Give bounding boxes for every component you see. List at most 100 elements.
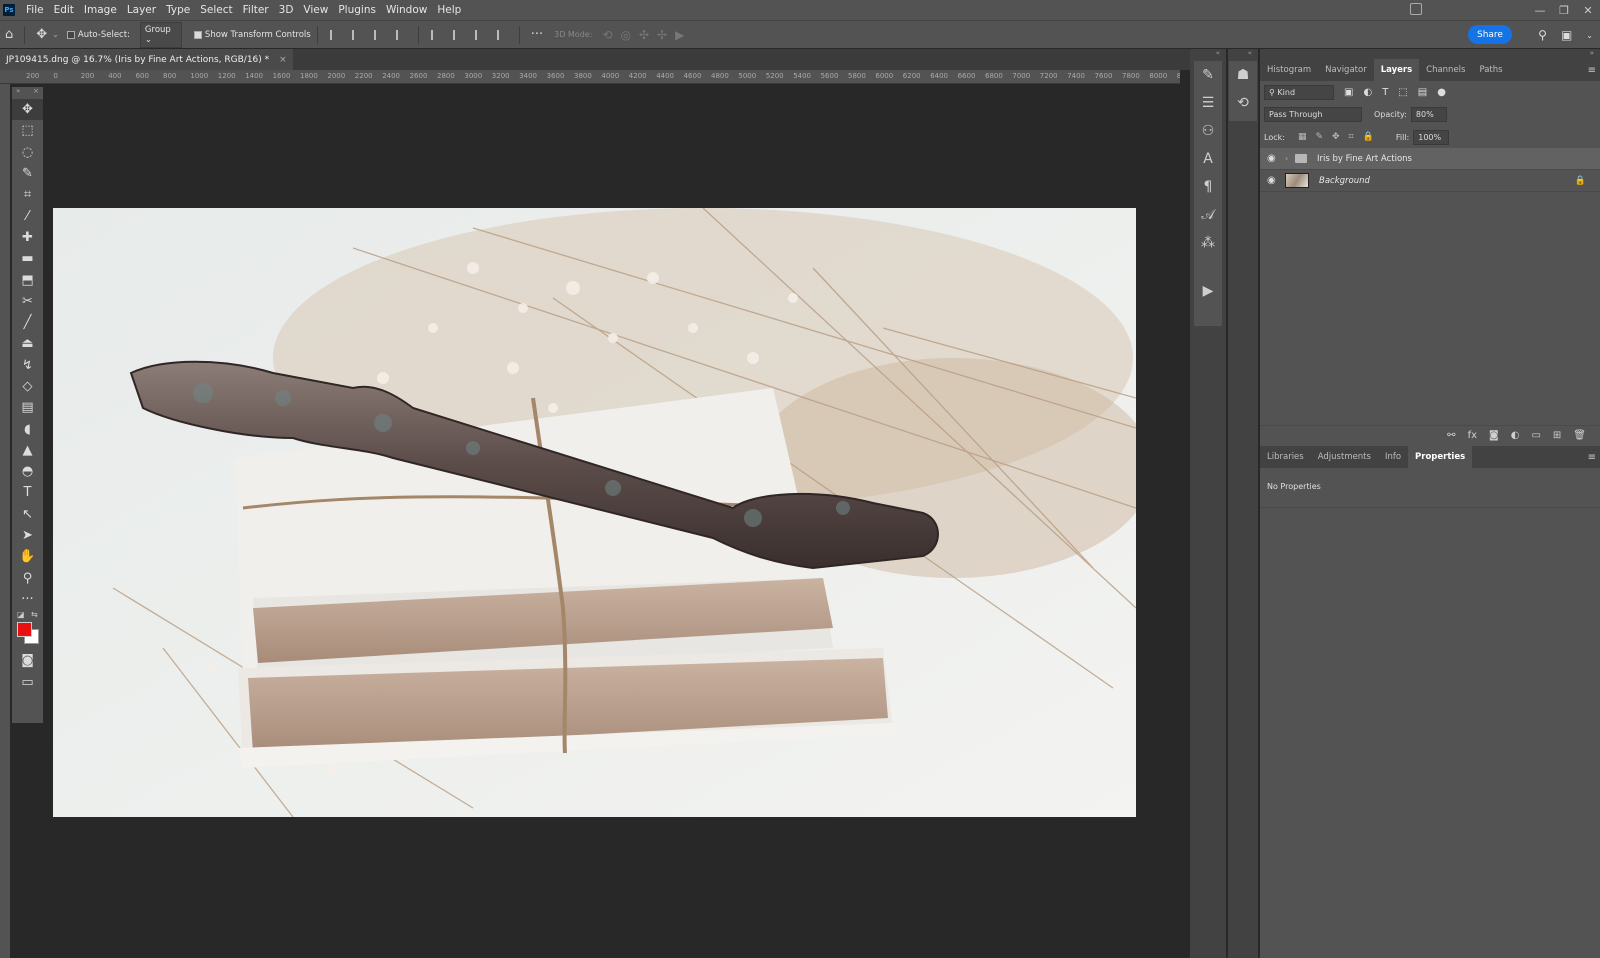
visibility-eye-icon[interactable]: ◉	[1267, 175, 1283, 186]
type-tool[interactable]: T	[12, 482, 43, 503]
share-button[interactable]: Share	[1468, 25, 1512, 44]
menu-plugins[interactable]: Plugins	[333, 0, 381, 20]
menu-filter[interactable]: Filter	[238, 0, 274, 20]
menu-file[interactable]: File	[21, 0, 49, 20]
clone-source-icon[interactable]: ⚇	[1194, 117, 1222, 145]
menu-help[interactable]: Help	[432, 0, 466, 20]
align-middle-icon[interactable]	[452, 29, 463, 40]
filter-toggle-icon[interactable]: ●	[1437, 87, 1446, 98]
menu-edit[interactable]: Edit	[49, 0, 79, 20]
align-left-icon[interactable]	[329, 29, 340, 40]
plugins-icon[interactable]: ☗	[1229, 61, 1257, 89]
ruler-vertical[interactable]	[0, 84, 10, 958]
scissors-tool[interactable]: ✂	[12, 291, 43, 312]
tab-libraries[interactable]: Libraries	[1260, 446, 1311, 468]
distribute-icon[interactable]	[395, 29, 406, 40]
healing-tool[interactable]: ✚	[12, 227, 43, 248]
menu-3d[interactable]: 3D	[274, 0, 299, 20]
history-icon[interactable]: ⟲	[1229, 89, 1257, 117]
lock-transparent-icon[interactable]: ▦	[1298, 132, 1307, 142]
auto-select-dropdown[interactable]: Group ⌄	[139, 21, 182, 48]
tab-navigator[interactable]: Navigator	[1318, 59, 1374, 81]
auto-select-checkbox[interactable]: Auto-Select:	[66, 30, 130, 40]
trash-icon[interactable]: 🗑	[1573, 430, 1586, 441]
direct-select-tool[interactable]: ➤	[12, 525, 43, 546]
tab-channels[interactable]: Channels	[1419, 59, 1472, 81]
collapse-icon[interactable]: »	[1260, 49, 1600, 59]
menu-window[interactable]: Window	[381, 0, 432, 20]
visibility-eye-icon[interactable]: ◉	[1267, 153, 1283, 164]
align-right-icon[interactable]	[373, 29, 384, 40]
new-layer-icon[interactable]: ⊞	[1553, 430, 1561, 441]
chevron-down-icon[interactable]: ⌄	[52, 30, 59, 39]
folder-icon[interactable]: ▭	[1531, 430, 1540, 441]
checkbox-box[interactable]	[66, 30, 75, 39]
minimize-button[interactable]: —	[1528, 4, 1552, 17]
collapse-icon[interactable]: «	[1228, 49, 1258, 59]
filter-shape-icon[interactable]: ⬚	[1398, 87, 1407, 98]
swap-colors-icon[interactable]: ⇆	[31, 610, 38, 619]
adjustment-icon[interactable]: ◐	[1511, 430, 1520, 441]
kind-filter-dropdown[interactable]: ⚲ Kind	[1264, 84, 1334, 100]
history-brush-tool[interactable]: ↯	[12, 355, 43, 376]
tab-info[interactable]: Info	[1378, 446, 1408, 468]
zoom-tool[interactable]: ⚲	[12, 568, 43, 589]
filter-type-icon[interactable]: T	[1382, 87, 1388, 98]
sharpen-tool[interactable]: ▲	[12, 440, 43, 461]
close-icon[interactable]: ×	[279, 55, 287, 65]
gradient-tool[interactable]: ▤	[12, 397, 43, 418]
close-icon[interactable]: ×	[33, 87, 39, 99]
workspace-icon[interactable]: ▣	[1561, 28, 1572, 42]
align-center-icon[interactable]	[351, 29, 362, 40]
fx-icon[interactable]: fx	[1468, 430, 1477, 441]
crop-tool[interactable]: ⌗	[12, 184, 43, 205]
tab-histogram[interactable]: Histogram	[1260, 59, 1318, 81]
more-tools[interactable]: ···	[12, 589, 43, 610]
lock-image-icon[interactable]: ✎	[1315, 132, 1323, 142]
tab-properties[interactable]: Properties	[1408, 446, 1473, 468]
content-aware-tool[interactable]: ⬒	[12, 269, 43, 290]
eraser-tool[interactable]: ◇	[12, 376, 43, 397]
distribute-vertical-icon[interactable]	[496, 29, 507, 40]
lock-all-icon[interactable]: 🔒	[1363, 132, 1374, 142]
adjust-sliders-icon[interactable]: ☰	[1194, 89, 1222, 117]
link-icon[interactable]: ⚯	[1447, 430, 1455, 441]
screen-mode-icon[interactable]: ▭	[12, 671, 43, 692]
brush-settings-icon[interactable]: ✎	[1194, 61, 1222, 89]
blend-mode-dropdown[interactable]: Pass Through	[1264, 107, 1362, 122]
more-options-icon[interactable]: ···	[531, 27, 543, 42]
tab-adjustments[interactable]: Adjustments	[1311, 446, 1378, 468]
lasso-tool[interactable]: ◌	[12, 142, 43, 163]
eyedropper-tool[interactable]: ⁄	[12, 205, 43, 226]
layer-row[interactable]: ◉ › Iris by Fine Art Actions	[1260, 148, 1600, 170]
tab-layers[interactable]: Layers	[1373, 59, 1420, 81]
filter-smart-object-icon[interactable]: ▤	[1418, 87, 1427, 98]
dodge-tool[interactable]: ◓	[12, 461, 43, 482]
foreground-color-swatch[interactable]	[17, 622, 32, 638]
home-icon[interactable]: ⌂	[5, 27, 13, 42]
marquee-tool[interactable]: ⬚	[12, 120, 43, 141]
glyphs-icon[interactable]: 𝒜	[1194, 201, 1222, 229]
expand-caret-icon[interactable]: ›	[1285, 154, 1295, 163]
ruler-horizontal[interactable]: 200 0 200 400 600 800 1000 1200 1400 1600 1800 2000…	[0, 70, 1180, 84]
menu-type[interactable]: Type	[161, 0, 195, 20]
quick-mask-icon[interactable]: ◙	[12, 650, 43, 671]
opacity-input[interactable]: 80%	[1410, 107, 1447, 122]
move-tool[interactable]: ✥	[12, 99, 43, 121]
panel-menu-icon[interactable]: ≡	[1588, 452, 1596, 463]
filter-adjustment-icon[interactable]: ◐	[1363, 87, 1372, 98]
tab-paths[interactable]: Paths	[1472, 59, 1509, 81]
mask-icon[interactable]: ◙	[1489, 430, 1499, 441]
lock-position-icon[interactable]: ✥	[1332, 132, 1340, 142]
quick-select-tool[interactable]: ✎	[12, 163, 43, 184]
lock-artboard-icon[interactable]: ⌗	[1349, 132, 1354, 142]
layer-row[interactable]: ◉ Background 🔒	[1260, 170, 1600, 192]
brushes-preset-icon[interactable]: ⁂	[1194, 229, 1222, 257]
default-colors-icon[interactable]: ◪	[17, 610, 25, 619]
search-icon[interactable]: ⚲	[1538, 28, 1547, 42]
blur-tool[interactable]: ◖	[12, 418, 43, 439]
align-top-icon[interactable]	[430, 29, 441, 40]
checkbox-box-checked[interactable]	[193, 30, 202, 39]
actions-play-icon[interactable]: ▶	[1194, 277, 1222, 305]
filter-pixel-icon[interactable]: ▣	[1344, 87, 1353, 98]
